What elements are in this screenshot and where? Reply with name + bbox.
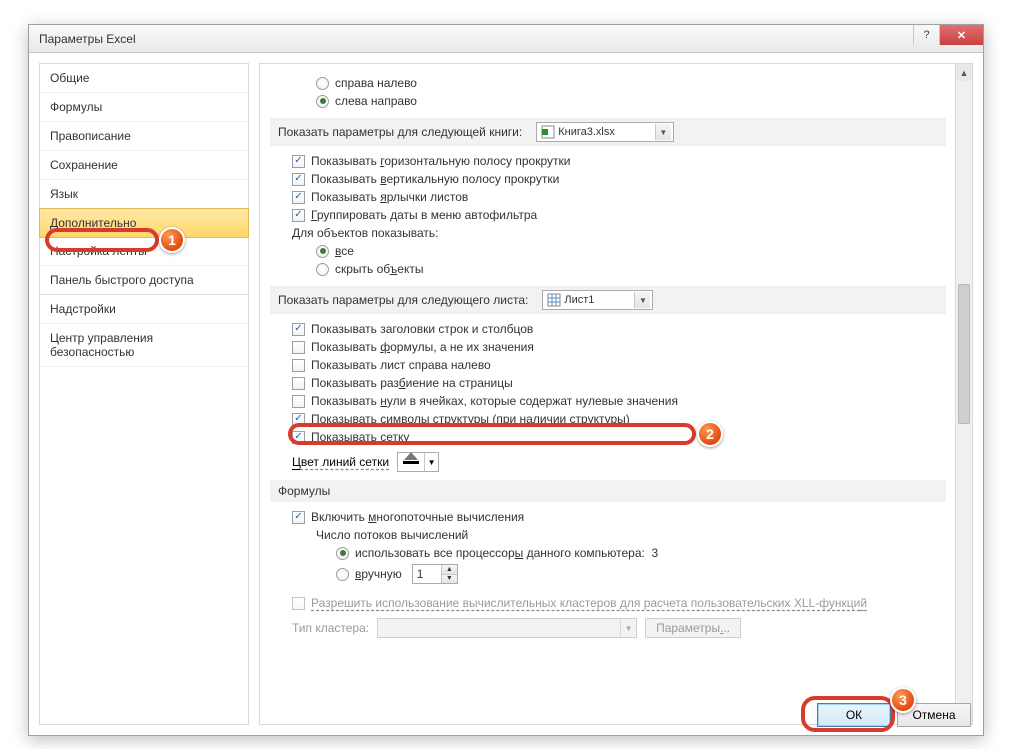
radio-obj-all[interactable]: все	[270, 242, 946, 260]
radio-all-cpu[interactable]: использовать все процессоры данного комп…	[270, 544, 946, 562]
section-formulas: Формулы	[270, 480, 946, 502]
chk-multithread[interactable]: Включить многопоточные вычисления	[270, 508, 946, 526]
titlebar: Параметры Excel ? ✕	[29, 25, 983, 53]
chk-breaks[interactable]: Показывать разбиение на страницы	[270, 374, 946, 392]
chk-hscroll[interactable]: Показывать горизонтальную полосу прокрут…	[270, 152, 946, 170]
scrollbar-thumb[interactable]	[958, 284, 970, 424]
dialog-window: Параметры Excel ? ✕ Общие Формулы Правоп…	[28, 24, 984, 736]
radio-manual[interactable]: вручную 1 ▲▼	[270, 562, 946, 586]
book-select[interactable]: Книга3.xlsx ▼	[536, 122, 674, 142]
cancel-button[interactable]: Отмена	[897, 703, 971, 727]
sidebar-item-trust[interactable]: Центр управления безопасностью	[40, 324, 248, 367]
grid-color-row: Цвет линий сетки ▼	[270, 446, 946, 472]
vertical-scrollbar[interactable]: ▲ ▼	[955, 64, 972, 724]
cluster-params-button: Параметры...	[645, 618, 741, 638]
sidebar-item-general[interactable]: Общие	[40, 64, 248, 93]
sidebar-item-language[interactable]: Язык	[40, 180, 248, 209]
grid-color-picker[interactable]: ▼	[397, 452, 439, 472]
excel-file-icon	[541, 125, 555, 139]
scroll-up-icon[interactable]: ▲	[956, 64, 972, 81]
radio-ltr[interactable]: слева направо	[270, 92, 946, 110]
radio-obj-hide[interactable]: скрыть объекты	[270, 260, 946, 278]
objects-label: Для объектов показывать:	[270, 224, 946, 242]
sheet-icon	[547, 293, 561, 307]
chevron-down-icon: ▼	[655, 124, 671, 140]
chk-rtl-sheet[interactable]: Показывать лист справа налево	[270, 356, 946, 374]
close-button[interactable]: ✕	[939, 25, 983, 45]
chk-vscroll[interactable]: Показывать вертикальную полосу прокрутки	[270, 170, 946, 188]
chevron-down-icon: ▼	[424, 453, 438, 471]
chk-formulas[interactable]: Показывать формулы, а не их значения	[270, 338, 946, 356]
sidebar-item-proofing[interactable]: Правописание	[40, 122, 248, 151]
color-swatch-icon	[398, 461, 424, 464]
window-title: Параметры Excel	[39, 32, 136, 46]
spin-down-icon[interactable]: ▼	[442, 575, 457, 584]
sidebar-item-qat[interactable]: Панель быстрого доступа	[40, 266, 248, 295]
sheet-select[interactable]: Лист1 ▼	[542, 290, 653, 310]
help-button[interactable]: ?	[913, 25, 939, 45]
sidebar-item-advanced[interactable]: Дополнительно	[39, 208, 249, 238]
chk-clusters: Разрешить использование вычислительных к…	[270, 594, 946, 612]
sidebar: Общие Формулы Правописание Сохранение Яз…	[39, 63, 249, 725]
radio-rtl[interactable]: справа налево	[270, 74, 946, 92]
radio-icon	[316, 95, 329, 108]
spin-up-icon[interactable]: ▲	[442, 565, 457, 575]
cluster-type-select: ▼	[377, 618, 637, 638]
sidebar-item-save[interactable]: Сохранение	[40, 151, 248, 180]
chk-grid[interactable]: Показывать сетку	[270, 428, 946, 446]
threads-spin[interactable]: 1 ▲▼	[412, 564, 458, 584]
content-panel: справа налево слева направо Показать пар…	[259, 63, 973, 725]
chk-outline[interactable]: Показывать символы структуры (при наличи…	[270, 410, 946, 428]
sidebar-item-formulas[interactable]: Формулы	[40, 93, 248, 122]
sidebar-item-addins[interactable]: Надстройки	[40, 295, 248, 324]
chk-zeros[interactable]: Показывать нули в ячейках, которые содер…	[270, 392, 946, 410]
sidebar-item-ribbon[interactable]: Настройка ленты	[40, 237, 248, 266]
radio-icon	[316, 77, 329, 90]
chk-tabs[interactable]: Показывать ярлычки листов	[270, 188, 946, 206]
threads-label: Число потоков вычислений	[270, 528, 946, 542]
section-sheet: Показать параметры для следующего листа:…	[270, 286, 946, 314]
chevron-down-icon: ▼	[634, 292, 650, 308]
chk-headers[interactable]: Показывать заголовки строк и столбцов	[270, 320, 946, 338]
section-book: Показать параметры для следующей книги: …	[270, 118, 946, 146]
cluster-type-row: Тип кластера: ▼ Параметры...	[270, 612, 946, 638]
chk-group-dates[interactable]: Группировать даты в меню автофильтра	[270, 206, 946, 224]
ok-button[interactable]: ОК	[817, 703, 891, 727]
dialog-footer: ОК Отмена	[817, 703, 971, 727]
